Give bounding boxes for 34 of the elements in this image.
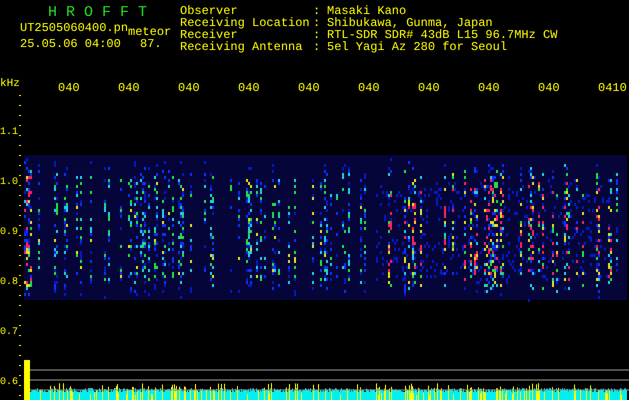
time-label: 040 [538,81,560,95]
time-label: 040 [238,81,260,95]
time-label: 040 [58,81,80,95]
time-label: 040 [478,81,500,95]
time-label: 040 [118,81,140,95]
y-axis-label: 0.7 [0,327,18,338]
time-label: 0410 [598,81,627,95]
time-label: 040 [358,81,380,95]
count-value: 87. [140,38,162,50]
y-axis-label: 0.6 [0,377,18,388]
info-label: Receiving Location [180,17,311,29]
y-axis-label: 1.1 [0,127,18,138]
category-label: meteor [128,26,172,38]
info-value: RTL-SDR SDR# 43dB L15 96.7MHz CW [327,29,558,41]
separator-colon: : [313,17,322,29]
separator-colon: : [313,41,322,53]
info-value: Shibukawa, Gunma, Japan [327,17,493,29]
info-label: Receiver [180,29,238,41]
y-axis-label: 0.9 [0,227,18,238]
time-label: 040 [298,81,320,95]
time-label: 040 [178,81,200,95]
timestamp: 25.05.06 04:00 [20,38,122,50]
separator-colon: : [313,29,322,41]
info-value: Masaki Kano [327,5,406,17]
separator-colon: : [313,5,322,17]
y-axis-label: 1.0 [0,177,18,188]
file-name: UT2505060400.pn [20,22,128,34]
info-value: 5el Yagi Az 280 for Seoul [327,41,508,53]
axis-unit: kHz [0,78,20,90]
info-label: Receiving Antenna [180,41,304,53]
info-label: Observer [180,5,238,17]
y-axis-label: 0.8 [0,277,18,288]
time-label: 040 [418,81,440,95]
app-title: H R O F F T [47,5,148,20]
